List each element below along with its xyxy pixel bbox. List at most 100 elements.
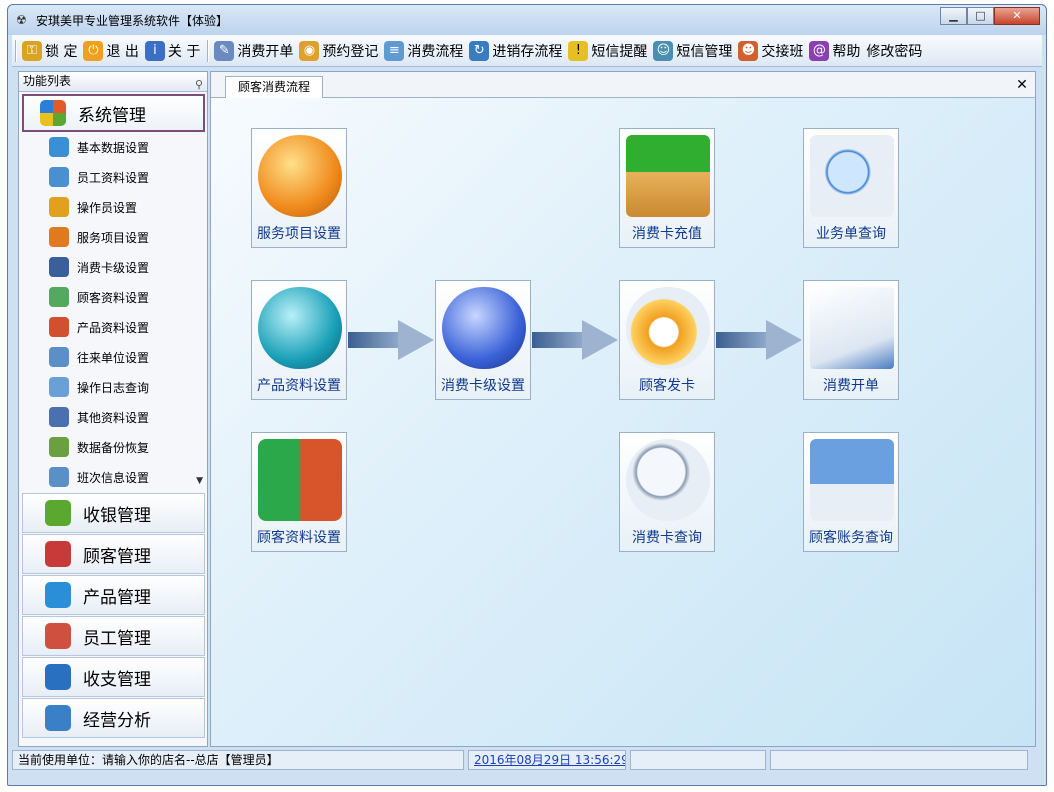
scroll-down-icon[interactable]: ▼: [196, 476, 203, 486]
analysis-icon: [45, 705, 71, 731]
sidebar-item-label: 操作员设置: [77, 200, 138, 215]
sidebar-group-label: 收支管理: [83, 669, 151, 690]
status-datetime[interactable]: 2016年08月29日 13:56:29: [468, 750, 626, 770]
consume-order-icon: [810, 287, 894, 369]
sidebar-item-staff-data[interactable]: 员工资料设置: [19, 162, 207, 192]
customer-icon: [45, 541, 71, 567]
toolbar-consume-order-label: 消费开单: [237, 43, 294, 60]
pin-icon[interactable]: ⚲: [195, 75, 203, 94]
toolbar-consume-flow-button[interactable]: ≡ 消费流程: [382, 38, 467, 64]
tools-icon: [49, 197, 69, 217]
toolbar-help-label: 帮助: [832, 43, 861, 60]
sidebar-group-analysis[interactable]: 经营分析: [22, 698, 205, 738]
sidebar-item-label: 消费卡级设置: [77, 260, 150, 275]
flow-icon: ≡: [384, 40, 405, 61]
toolbar-about-button[interactable]: i 关 于: [143, 38, 204, 64]
flow-tile-service-setup[interactable]: 服务项目设置: [251, 128, 347, 248]
minimize-button[interactable]: ▁: [940, 7, 967, 25]
sidebar-item-card-level[interactable]: 消费卡级设置: [19, 252, 207, 282]
flow-tile-consume-order[interactable]: 消费开单: [803, 280, 899, 400]
sidebar-item-other[interactable]: 其他资料设置: [19, 402, 207, 432]
sidebar-item-label: 操作日志查询: [77, 380, 150, 395]
globe-icon: ◉: [299, 40, 320, 61]
tile-label: 顾客资料设置: [257, 530, 341, 546]
sidebar-item-service[interactable]: 服务项目设置: [19, 222, 207, 252]
help-icon: @: [809, 40, 830, 61]
sidebar-title: 功能列表: [23, 74, 72, 88]
customer-setup-icon: [258, 439, 342, 521]
flow-tile-issue-card[interactable]: 顾客发卡: [619, 280, 715, 400]
tile-label: 顾客发卡: [639, 378, 695, 394]
sidebar-item-basic-data[interactable]: 基本数据设置: [19, 132, 207, 162]
sidebar-item-backup[interactable]: 数据备份恢复: [19, 432, 207, 462]
toolbar-sms-reminder-label: 短信提醒: [591, 43, 648, 60]
close-button[interactable]: ✕: [994, 7, 1040, 25]
sidebar-item-label: 基本数据设置: [77, 140, 150, 155]
sidebar-group-customer[interactable]: 顾客管理: [22, 534, 205, 574]
sidebar-group-label: 经营分析: [83, 710, 151, 731]
tab-consume-flow[interactable]: 顾客消费流程: [225, 76, 324, 98]
flow-tile-customer-setup[interactable]: 顾客资料设置: [251, 432, 347, 552]
workspace: 顾客消费流程 ✕ 服务项目设置 消费卡充值 业务单查询 产品资料设置 消费卡级设…: [210, 71, 1036, 747]
staff-icon: [45, 623, 71, 649]
toolbar-consume-order-button[interactable]: ✎ 消费开单: [212, 38, 297, 64]
tile-label: 消费开单: [823, 378, 879, 394]
sidebar-group-label: 收银管理: [83, 505, 151, 526]
product-setup-icon: [258, 287, 342, 369]
toolbar-lock-label: 锁 定: [45, 43, 78, 60]
maximize-button[interactable]: □: [967, 7, 994, 25]
sidebar-item-operator[interactable]: 操作员设置: [19, 192, 207, 222]
sidebar-item-label: 数据备份恢复: [77, 440, 150, 455]
status-unit: 当前使用单位：请输入你的店名--总店【管理员】: [12, 750, 464, 770]
toolbar-sms-reminder-button[interactable]: ! 短信提醒: [566, 38, 651, 64]
toolbar-exit-button[interactable]: ⏻ 退 出: [81, 38, 142, 64]
card-recharge-icon: [626, 135, 710, 217]
sidebar-item-customer-data[interactable]: 顾客资料设置: [19, 282, 207, 312]
toolbar-sms-manage-button[interactable]: ☺ 短信管理: [651, 38, 736, 64]
card-icon: [49, 257, 69, 277]
sidebar-group-cashier[interactable]: 收银管理: [22, 493, 205, 533]
title-bar[interactable]: ☢ 安琪美甲专业管理系统软件【体验】 ▁ □ ✕: [8, 5, 1046, 35]
cashier-icon: [45, 500, 71, 526]
key-icon: ⚿: [22, 40, 42, 61]
sidebar-group-system[interactable]: 系统管理: [22, 94, 205, 132]
order-search-icon: [810, 135, 894, 217]
sidebar-item-label: 员工资料设置: [77, 170, 150, 185]
sidebar-item-shift[interactable]: 班次信息设置: [19, 462, 207, 492]
card-level-icon: [442, 287, 526, 369]
sidebar-item-label: 服务项目设置: [77, 230, 150, 245]
sidebar-group-staff[interactable]: 员工管理: [22, 616, 205, 656]
sidebar-group-label: 员工管理: [83, 628, 151, 649]
flow-canvas: 服务项目设置 消费卡充值 业务单查询 产品资料设置 消费卡级设置 顾客发卡 消费…: [211, 98, 1035, 746]
toolbar-help-button[interactable]: @ 帮助: [807, 38, 864, 64]
sidebar-item-label: 产品资料设置: [77, 320, 150, 335]
cycle-icon: ↻: [469, 40, 490, 61]
edit-icon: [49, 167, 69, 187]
sidebar-item-log[interactable]: 操作日志查询: [19, 372, 207, 402]
status-cell-3: [630, 750, 766, 770]
window-controls: ▁ □ ✕: [940, 7, 1040, 25]
tab-close-icon[interactable]: ✕: [1013, 76, 1031, 94]
sidebar-group-finance[interactable]: 收支管理: [22, 657, 205, 697]
toolbar-change-password-button[interactable]: 修改密码: [864, 38, 926, 64]
sidebar-item-product-data[interactable]: 产品资料设置: [19, 312, 207, 342]
toolbar-shift-handover-button[interactable]: ☻ 交接班: [736, 38, 807, 64]
cubes-icon: [45, 582, 71, 608]
flow-tile-order-search[interactable]: 业务单查询: [803, 128, 899, 248]
app-logo-icon: ☢: [16, 13, 27, 27]
flow-tile-product-setup[interactable]: 产品资料设置: [251, 280, 347, 400]
status-bar: 当前使用单位：请输入你的店名--总店【管理员】 2016年08月29日 13:5…: [12, 749, 1042, 771]
flow-tile-card-recharge[interactable]: 消费卡充值: [619, 128, 715, 248]
toolbar-inventory-flow-button[interactable]: ↻ 进销存流程: [467, 38, 566, 64]
sidebar-item-contacts[interactable]: 往来单位设置: [19, 342, 207, 372]
flow-tile-card-level[interactable]: 消费卡级设置: [435, 280, 531, 400]
power-icon: ⏻: [83, 40, 104, 61]
flow-tile-card-search[interactable]: 消费卡查询: [619, 432, 715, 552]
service-icon: [49, 227, 69, 247]
toolbar-reservation-button[interactable]: ◉ 预约登记: [297, 38, 382, 64]
sidebar-group-product[interactable]: 产品管理: [22, 575, 205, 615]
status-cell-4: [770, 750, 1028, 770]
toolbar-lock-button[interactable]: ⚿ 锁 定: [20, 38, 81, 64]
flow-tile-account-search[interactable]: 顾客账务查询: [803, 432, 899, 552]
function-sidebar: 功能列表 ⚲ 系统管理 基本数据设置 员工资料设置 操作员设置 服务项目设置 消…: [18, 71, 208, 747]
